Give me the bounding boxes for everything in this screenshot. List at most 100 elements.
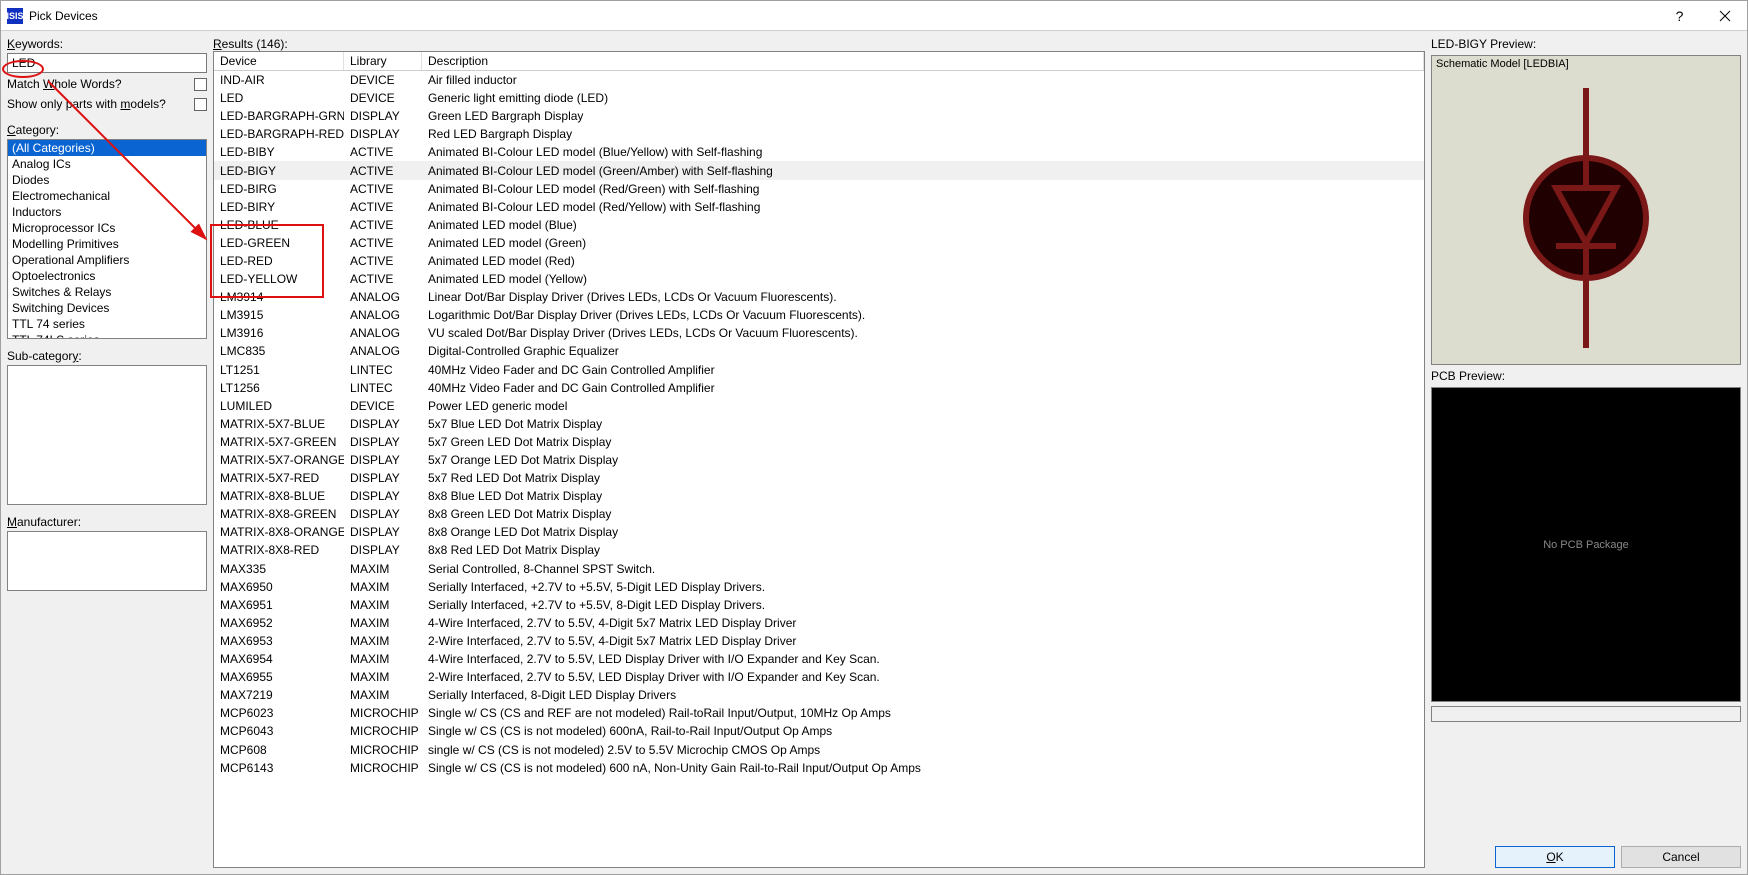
table-row[interactable]: MCP6043MICROCHIPSingle w/ CS (CS is not … — [214, 722, 1424, 740]
cell-library: DISPLAY — [344, 489, 422, 503]
table-row[interactable]: LED-BLUEACTIVEAnimated LED model (Blue) — [214, 216, 1424, 234]
cell-description: 2-Wire Interfaced, 2.7V to 5.5V, 4-Digit… — [422, 634, 1424, 648]
cell-device: IND-AIR — [214, 73, 344, 87]
category-item[interactable]: Optoelectronics — [8, 268, 206, 284]
schematic-model-label: Schematic Model [LEDBIA] — [1432, 56, 1740, 72]
cell-device: MAX6954 — [214, 652, 344, 666]
table-row[interactable]: LED-BIRGACTIVEAnimated BI-Colour LED mod… — [214, 180, 1424, 198]
results-table[interactable]: Device Library Description IND-AIRDEVICE… — [214, 52, 1424, 867]
cell-device: LED-YELLOW — [214, 272, 344, 286]
match-whole-checkbox[interactable] — [194, 78, 207, 91]
cell-library: ACTIVE — [344, 254, 422, 268]
table-row[interactable]: MATRIX-8X8-GREENDISPLAY8x8 Green LED Dot… — [214, 505, 1424, 523]
cell-device: LM3914 — [214, 290, 344, 304]
table-row[interactable]: MAX6950MAXIMSerially Interfaced, +2.7V t… — [214, 578, 1424, 596]
table-row[interactable]: LMC835ANALOGDigital-Controlled Graphic E… — [214, 342, 1424, 360]
close-button[interactable] — [1702, 2, 1747, 30]
table-row[interactable]: LED-BIRYACTIVEAnimated BI-Colour LED mod… — [214, 198, 1424, 216]
cancel-button[interactable]: Cancel — [1621, 846, 1741, 868]
cell-description: Red LED Bargraph Display — [422, 127, 1424, 141]
table-row[interactable]: MCP608MICROCHIPsingle w/ CS (CS is not m… — [214, 740, 1424, 758]
cell-description: VU scaled Dot/Bar Display Driver (Drives… — [422, 326, 1424, 340]
table-row[interactable]: LED-BIGYACTIVEAnimated BI-Colour LED mod… — [214, 161, 1424, 179]
table-row[interactable]: LT1251LINTEC40MHz Video Fader and DC Gai… — [214, 361, 1424, 379]
cell-library: DISPLAY — [344, 507, 422, 521]
table-row[interactable]: MATRIX-8X8-ORANGEDISPLAY8x8 Orange LED D… — [214, 523, 1424, 541]
table-row[interactable]: MAX6955MAXIM2-Wire Interfaced, 2.7V to 5… — [214, 668, 1424, 686]
table-row[interactable]: MATRIX-5X7-GREENDISPLAY5x7 Green LED Dot… — [214, 433, 1424, 451]
table-row[interactable]: LED-REDACTIVEAnimated LED model (Red) — [214, 252, 1424, 270]
table-row[interactable]: MATRIX-8X8-REDDISPLAY8x8 Red LED Dot Mat… — [214, 541, 1424, 559]
category-item[interactable]: Modelling Primitives — [8, 236, 206, 252]
cell-device: MAX6950 — [214, 580, 344, 594]
cell-description: Single w/ CS (CS and REF are not modeled… — [422, 706, 1424, 720]
category-item[interactable]: Inductors — [8, 204, 206, 220]
category-item[interactable]: Switching Devices — [8, 300, 206, 316]
table-row[interactable]: LEDDEVICEGeneric light emitting diode (L… — [214, 89, 1424, 107]
cell-library: ACTIVE — [344, 182, 422, 196]
show-models-checkbox[interactable] — [194, 98, 207, 111]
cell-description: Animated BI-Colour LED model (Green/Ambe… — [422, 164, 1424, 178]
table-row[interactable]: LM3915ANALOGLogarithmic Dot/Bar Display … — [214, 306, 1424, 324]
cell-library: ANALOG — [344, 290, 422, 304]
cell-description: 8x8 Red LED Dot Matrix Display — [422, 543, 1424, 557]
cell-description: Animated LED model (Red) — [422, 254, 1424, 268]
category-item[interactable]: Diodes — [8, 172, 206, 188]
table-row[interactable]: MAX6951MAXIMSerially Interfaced, +2.7V t… — [214, 596, 1424, 614]
table-row[interactable]: MAX6954MAXIM4-Wire Interfaced, 2.7V to 5… — [214, 650, 1424, 668]
subcategory-listbox[interactable] — [7, 365, 207, 505]
category-item[interactable]: (All Categories) — [8, 140, 206, 156]
close-icon — [1719, 10, 1731, 22]
cell-description: Serial Controlled, 8-Channel SPST Switch… — [422, 562, 1424, 576]
table-row[interactable]: LED-GREENACTIVEAnimated LED model (Green… — [214, 234, 1424, 252]
cell-description: Animated BI-Colour LED model (Red/Yellow… — [422, 200, 1424, 214]
table-row[interactable]: MCP6143MICROCHIPSingle w/ CS (CS is not … — [214, 759, 1424, 777]
category-item[interactable]: Electromechanical — [8, 188, 206, 204]
cell-library: MICROCHIP — [344, 761, 422, 775]
table-row[interactable]: MCP6023MICROCHIPSingle w/ CS (CS and REF… — [214, 704, 1424, 722]
table-row[interactable]: IND-AIRDEVICEAir filled inductor — [214, 71, 1424, 89]
table-row[interactable]: LED-YELLOWACTIVEAnimated LED model (Yell… — [214, 270, 1424, 288]
table-row[interactable]: MAX6952MAXIM4-Wire Interfaced, 2.7V to 5… — [214, 614, 1424, 632]
col-description[interactable]: Description — [422, 52, 1424, 70]
cell-description: Animated LED model (Blue) — [422, 218, 1424, 232]
cell-library: LINTEC — [344, 363, 422, 377]
table-row[interactable]: LT1256LINTEC40MHz Video Fader and DC Gai… — [214, 379, 1424, 397]
table-row[interactable]: MAX335MAXIMSerial Controlled, 8-Channel … — [214, 560, 1424, 578]
manufacturer-listbox[interactable] — [7, 531, 207, 591]
cell-device: LM3916 — [214, 326, 344, 340]
table-row[interactable]: MATRIX-8X8-BLUEDISPLAY8x8 Blue LED Dot M… — [214, 487, 1424, 505]
subcategory-label: Sub-category: — [7, 349, 207, 363]
table-row[interactable]: LED-BIBYACTIVEAnimated BI-Colour LED mod… — [214, 143, 1424, 161]
table-row[interactable]: MATRIX-5X7-BLUEDISPLAY5x7 Blue LED Dot M… — [214, 415, 1424, 433]
keywords-input[interactable] — [7, 53, 207, 73]
category-item[interactable]: TTL 74LS series — [8, 332, 206, 339]
category-item[interactable]: TTL 74 series — [8, 316, 206, 332]
help-button[interactable]: ? — [1657, 2, 1702, 30]
led-schematic-icon — [1506, 88, 1666, 348]
cell-device: MAX6953 — [214, 634, 344, 648]
package-dropdown[interactable] — [1431, 706, 1741, 722]
table-row[interactable]: MAX6953MAXIM2-Wire Interfaced, 2.7V to 5… — [214, 632, 1424, 650]
cell-device: MATRIX-8X8-RED — [214, 543, 344, 557]
category-item[interactable]: Analog ICs — [8, 156, 206, 172]
table-row[interactable]: LM3916ANALOGVU scaled Dot/Bar Display Dr… — [214, 324, 1424, 342]
col-device[interactable]: Device — [214, 52, 344, 70]
cell-library: DISPLAY — [344, 109, 422, 123]
cell-device: MATRIX-5X7-RED — [214, 471, 344, 485]
category-item[interactable]: Microprocessor ICs — [8, 220, 206, 236]
cell-library: DEVICE — [344, 399, 422, 413]
col-library[interactable]: Library — [344, 52, 422, 70]
table-row[interactable]: LM3914ANALOGLinear Dot/Bar Display Drive… — [214, 288, 1424, 306]
table-row[interactable]: MATRIX-5X7-REDDISPLAY5x7 Red LED Dot Mat… — [214, 469, 1424, 487]
table-row[interactable]: LED-BARGRAPH-REDDISPLAYRed LED Bargraph … — [214, 125, 1424, 143]
category-listbox[interactable]: (All Categories)Analog ICsDiodesElectrom… — [7, 139, 207, 339]
table-row[interactable]: MAX7219MAXIMSerially Interfaced, 8-Digit… — [214, 686, 1424, 704]
table-row[interactable]: LED-BARGRAPH-GRNDISPLAYGreen LED Bargrap… — [214, 107, 1424, 125]
ok-button[interactable]: OK — [1495, 846, 1615, 868]
category-item[interactable]: Operational Amplifiers — [8, 252, 206, 268]
category-item[interactable]: Switches & Relays — [8, 284, 206, 300]
cell-description: Animated BI-Colour LED model (Red/Green)… — [422, 182, 1424, 196]
table-row[interactable]: MATRIX-5X7-ORANGEDISPLAY5x7 Orange LED D… — [214, 451, 1424, 469]
table-row[interactable]: LUMILEDDEVICEPower LED generic model — [214, 397, 1424, 415]
